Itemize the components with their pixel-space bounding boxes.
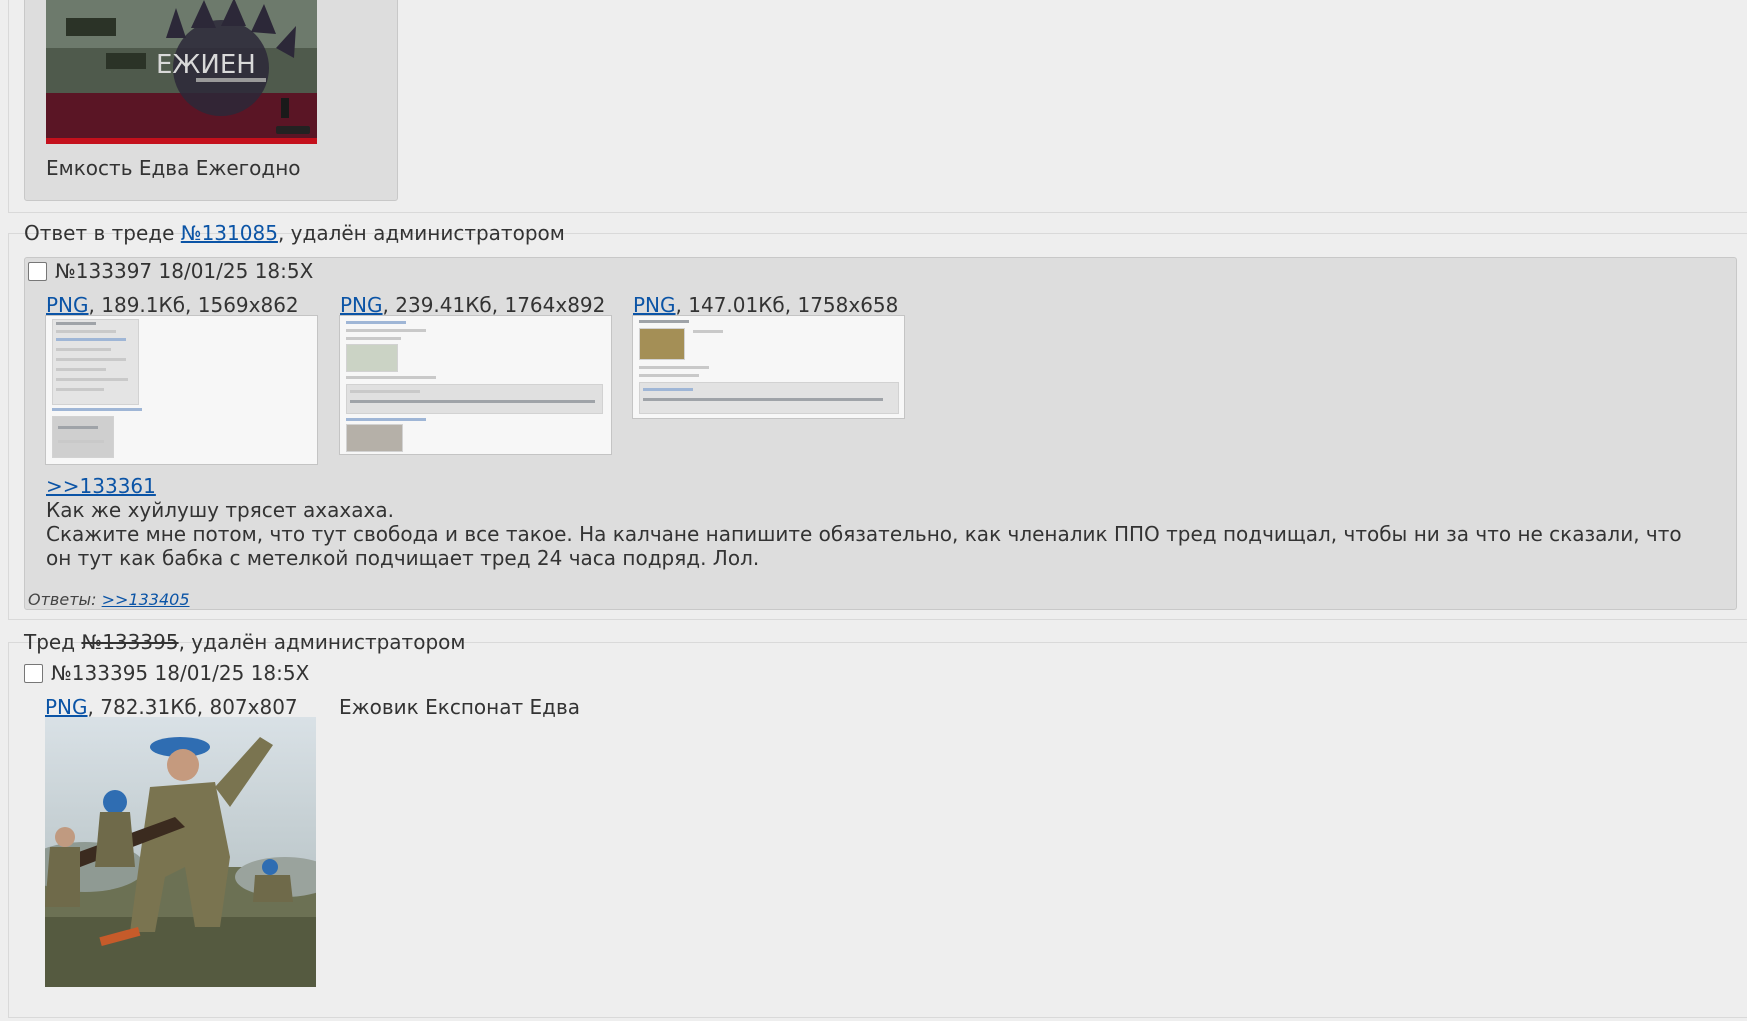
file-meta: , 782.31Кб, 807x807 xyxy=(87,695,298,719)
quote-link[interactable]: >>133361 xyxy=(46,474,156,498)
file-info: PNG, 782.31Кб, 807x807 xyxy=(45,695,298,719)
title-prefix: Тред xyxy=(24,630,82,654)
logo-watermark: ЕЖИЕН xyxy=(156,50,256,80)
post-number[interactable]: №133397 xyxy=(55,259,152,283)
reply-section-title: Ответ в треде №131085, удалён администра… xyxy=(24,221,565,245)
file-type-link[interactable]: PNG xyxy=(633,293,676,317)
title-prefix: Ответ в треде xyxy=(24,221,181,245)
file-info: PNG, 189.1Кб, 1569x862 xyxy=(46,293,299,317)
file-type-link[interactable]: PNG xyxy=(340,293,383,317)
reply-link[interactable]: >>133405 xyxy=(102,590,190,609)
replies-label: Ответы: xyxy=(28,590,102,609)
post-image[interactable]: ЕЖИЕН xyxy=(46,0,317,144)
title-suffix: , удалён администратором xyxy=(178,630,466,654)
post-select-checkbox[interactable] xyxy=(28,262,47,281)
file-meta: , 147.01Кб, 1758x658 xyxy=(675,293,899,317)
thread-link[interactable]: №131085 xyxy=(181,221,278,245)
post-replies: Ответы: >>133405 xyxy=(28,590,190,609)
file-meta: , 239.41Кб, 1764x892 xyxy=(382,293,606,317)
post-datetime: 18/01/25 18:5X xyxy=(158,259,314,283)
message-line: Скажите мне потом, что тут свобода и все… xyxy=(46,522,1682,570)
thread-number: №133395 xyxy=(81,630,179,654)
file-thumbnail[interactable] xyxy=(632,315,905,419)
thread-section-title: Тред №133395, удалён администратором xyxy=(24,630,465,654)
file-info: PNG, 147.01Кб, 1758x658 xyxy=(633,293,898,317)
file-info: PNG, 239.41Кб, 1764x892 xyxy=(340,293,605,317)
post-number[interactable]: №133395 xyxy=(51,661,148,685)
file-thumbnail[interactable] xyxy=(45,315,318,465)
post-text: Ежовик Експонат Едва xyxy=(339,695,580,719)
file-thumbnail[interactable] xyxy=(339,315,612,455)
post-header: №133397 18/01/25 18:5X xyxy=(55,259,313,283)
post-header: №133395 18/01/25 18:5X xyxy=(51,661,309,685)
soldiers-thumbnail-graphic xyxy=(45,717,316,987)
file-type-link[interactable]: PNG xyxy=(46,293,89,317)
file-meta: , 189.1Кб, 1569x862 xyxy=(88,293,299,317)
post-text: Емкость Едва Ежегодно xyxy=(46,156,301,180)
parade-thumbnail-graphic: ЕЖИЕН xyxy=(46,0,317,144)
file-thumbnail[interactable] xyxy=(45,717,316,987)
message-line: Как же хуйлушу трясет ахахаха. xyxy=(46,498,394,522)
file-type-link[interactable]: PNG xyxy=(45,695,88,719)
title-suffix: , удалён администратором xyxy=(277,221,565,245)
post-datetime: 18/01/25 18:5X xyxy=(154,661,310,685)
post-message: >>133361 Как же хуйлушу трясет ахахаха. … xyxy=(46,474,1696,570)
post-select-checkbox[interactable] xyxy=(24,664,43,683)
